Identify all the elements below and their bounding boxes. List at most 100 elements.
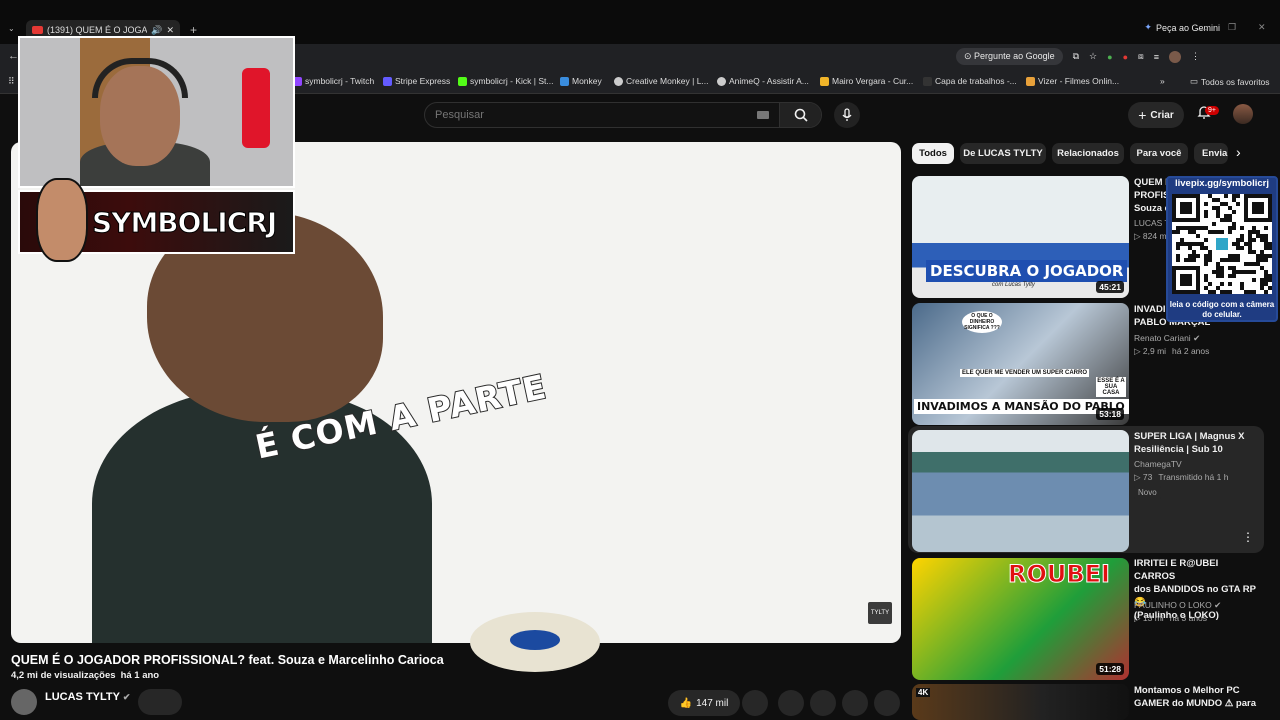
create-button[interactable]: + Criar: [1128, 102, 1184, 128]
more-options-icon[interactable]: ⋮: [1242, 530, 1254, 544]
ask-google-button[interactable]: ⊙ Pergunte ao Google: [956, 48, 1063, 65]
thumbnail-subtext: com Lucas Tylty: [992, 282, 1035, 288]
extension-green-icon[interactable]: ●: [1107, 52, 1112, 62]
related-channel[interactable]: PAULINHO O LOKO ✔: [1134, 600, 1221, 611]
search-input[interactable]: [425, 103, 757, 127]
chip-todos[interactable]: Todos: [912, 143, 954, 164]
all-bookmarks-folder[interactable]: ▭ Todos os favoritos: [1190, 76, 1270, 87]
microphone-icon: [842, 108, 852, 121]
video-meta: 4,2 mi de visualizações há 1 ano: [11, 670, 159, 681]
bookmark-item[interactable]: Vizer - Filmes Onlin...: [1026, 76, 1119, 86]
bookmark-item[interactable]: Monkey: [560, 76, 602, 86]
folder-icon: ▭: [1190, 76, 1199, 86]
bookmark-label: AnimeQ - Assistir A...: [729, 76, 809, 86]
view-count: ▷ 2,9 mi: [1134, 346, 1167, 356]
share-button[interactable]: [742, 690, 768, 716]
related-thumbnail[interactable]: 4K: [912, 684, 1129, 720]
account-avatar[interactable]: [1233, 104, 1253, 124]
related-title[interactable]: Montamos o Melhor PC GAMER do MUNDO ⚠ pa…: [1134, 684, 1262, 710]
more-actions-button[interactable]: [874, 690, 900, 716]
globe-icon: [717, 76, 726, 86]
media-control-icon[interactable]: ≡: [1154, 52, 1159, 62]
bookmark-item[interactable]: symbolicrj - Kick | St...: [458, 76, 553, 86]
subscribe-bell-button[interactable]: [138, 689, 182, 715]
tab-close-icon[interactable]: ✕: [166, 25, 174, 36]
extension-red-icon[interactable]: ●: [1123, 52, 1128, 62]
verified-icon: ✔: [122, 692, 131, 702]
browser-menu-icon[interactable]: ⋮: [1191, 51, 1200, 62]
channel-name[interactable]: LUCAS TYLTY ✔: [45, 691, 130, 703]
monkey-icon: [560, 76, 569, 86]
bookmark-item[interactable]: AnimeQ - Assistir A...: [717, 76, 809, 86]
related-thumbnail[interactable]: [912, 430, 1129, 552]
channel-label: PAULINHO O LOKO: [1134, 600, 1212, 610]
install-app-icon[interactable]: ⧉: [1073, 51, 1079, 62]
title-line: Resiliência | Sub 10: [1134, 444, 1223, 455]
bookmark-label: Creative Monkey | L...: [626, 76, 709, 86]
bookmark-item[interactable]: Stripe Express: [383, 76, 450, 86]
channel-label: Renato Cariani: [1134, 333, 1191, 343]
upload-age: há 1 ano: [120, 670, 160, 681]
like-count: 147 mil: [696, 697, 729, 709]
title-line: IRRITEI E R@UBEI CARROS: [1134, 558, 1219, 582]
qr-caption: leia o código com a câmera do celular.: [1169, 300, 1275, 319]
chip-relacionados[interactable]: Relacionados: [1052, 143, 1124, 164]
related-thumbnail[interactable]: ROUBEI 51:28: [912, 558, 1129, 680]
channel-watermark[interactable]: TYLTY: [868, 602, 892, 624]
search-button[interactable]: [779, 103, 821, 127]
omnibox-actions: ⊙ Pergunte ao Google ⧉ ☆ ● ● ⧈ ≡ ⋮: [956, 48, 1200, 65]
keyboard-icon[interactable]: [757, 111, 769, 119]
window-close-icon[interactable]: ✕: [1258, 22, 1266, 33]
window-minimize-icon[interactable]: —: [1198, 24, 1207, 34]
gemini-button[interactable]: ✦ Peça ao Gemini: [1144, 22, 1220, 33]
bookmark-star-icon[interactable]: ☆: [1089, 51, 1097, 62]
stream-age: Transmitido há 1 h: [1158, 472, 1229, 482]
channel-name-label: LUCAS TYLTY: [45, 691, 120, 703]
related-thumbnail[interactable]: DESCUBRA O JOGADOR com Lucas Tylty 45:21: [912, 176, 1129, 298]
like-button[interactable]: 👍 147 mil: [668, 690, 740, 716]
related-channel[interactable]: ChamegaTV: [1134, 459, 1182, 469]
chips-next-chevron-icon[interactable]: ›: [1236, 144, 1241, 160]
globe-icon: [614, 76, 623, 86]
new-tab-icon[interactable]: +: [190, 23, 197, 37]
create-label: Criar: [1150, 109, 1174, 121]
video-duration: 51:28: [1096, 663, 1124, 675]
vizer-icon: [1026, 76, 1035, 86]
chip-enviados[interactable]: Envia: [1194, 143, 1228, 164]
channel-avatar[interactable]: [11, 689, 37, 715]
clip-button[interactable]: [778, 690, 804, 716]
apps-grid-icon[interactable]: ⠿: [8, 76, 15, 87]
audio-icon[interactable]: 🔊: [151, 25, 162, 36]
more-bookmarks-chevron-icon[interactable]: »: [1160, 76, 1165, 86]
bookmark-item[interactable]: Capa de trabalhos -...: [923, 76, 1017, 86]
save-button[interactable]: [842, 690, 868, 716]
extensions-puzzle-icon[interactable]: ⧈: [1138, 51, 1144, 62]
related-stats: ▷ 13 mi há 3 anos: [1134, 613, 1207, 624]
related-channel[interactable]: LUCAS T: [1134, 218, 1170, 228]
title-line: SUPER LIGA | Magnus X: [1134, 431, 1245, 442]
chip-para-voce[interactable]: Para você: [1130, 143, 1188, 164]
thanks-button[interactable]: [810, 690, 836, 716]
youtube-search-box: [424, 102, 822, 128]
related-channel[interactable]: Renato Cariani ✔: [1134, 333, 1200, 344]
chip-de-lucas-tylty[interactable]: De LUCAS TYLTY: [960, 143, 1046, 164]
bookmark-item[interactable]: symbolicrj - Twitch: [293, 76, 374, 86]
mairo-icon: [820, 76, 829, 86]
related-thumbnail[interactable]: INVADIMOS A MANSÃO DO PABLO MARÇAL ELE Q…: [912, 303, 1129, 425]
related-stats: ▷ 2,9 mi há 2 anos: [1134, 346, 1209, 357]
bookmark-item[interactable]: Mairo Vergara - Cur...: [820, 76, 913, 86]
search-icon: [794, 108, 808, 122]
qr-code-icon: [1172, 194, 1272, 294]
profile-avatar-icon[interactable]: [1169, 50, 1181, 63]
related-title[interactable]: SUPER LIGA | Magnus X Resiliência | Sub …: [1134, 430, 1262, 456]
ask-google-label: Pergunte ao Google: [974, 51, 1055, 61]
thumbnail-text: ROUBEI: [1008, 560, 1111, 589]
voice-search-button[interactable]: [834, 102, 860, 128]
window-restore-icon[interactable]: ❐: [1228, 22, 1236, 33]
bookmark-label: Vizer - Filmes Onlin...: [1038, 76, 1120, 86]
kick-icon: [458, 76, 467, 86]
tab-list-chevron-icon[interactable]: ⌄: [8, 24, 15, 33]
thumbnail-bubble: ESSE É A SUA CASA: [1096, 377, 1126, 397]
bookmark-item[interactable]: Creative Monkey | L...: [614, 76, 709, 86]
qr-url: livepix.gg/symbolicrj: [1175, 178, 1269, 189]
